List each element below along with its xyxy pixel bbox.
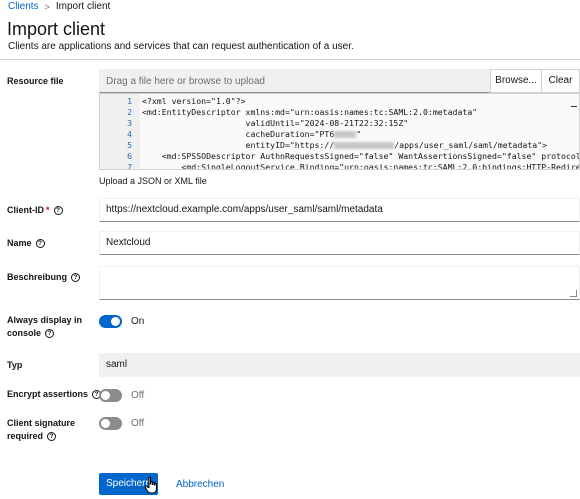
- page-subtitle: Clients are applications and services th…: [8, 41, 354, 52]
- hand-cursor-icon: [144, 476, 157, 494]
- client-id-input[interactable]: https://nextcloud.example.com/apps/user_…: [99, 198, 580, 222]
- page-header: Clients > Import client Import client Cl…: [0, 0, 580, 60]
- code-line: 2 <md:EntityDescriptor xmlns:md="urn:oasi…: [127, 107, 478, 117]
- file-helper-text: Upload a JSON or XML file: [99, 176, 207, 186]
- always-display-toggle[interactable]: [99, 315, 122, 328]
- encrypt-assertions-toggle[interactable]: [99, 389, 122, 402]
- client-signature-label: Client signature required?: [7, 418, 76, 442]
- breadcrumb-clients-link[interactable]: Clients: [8, 1, 39, 12]
- toggle-knob: [101, 419, 110, 428]
- client-signature-state: Off: [131, 418, 145, 429]
- clear-button[interactable]: Clear: [542, 69, 580, 93]
- always-display-label: Always display in console?: [7, 315, 83, 339]
- required-mark: *: [46, 205, 50, 215]
- cancel-button[interactable]: Abbrechen: [176, 479, 224, 490]
- page-title: Import client: [7, 19, 106, 39]
- encrypt-assertions-label: Encrypt assertions?: [7, 388, 102, 401]
- help-icon[interactable]: ?: [35, 239, 45, 249]
- editor-scroll-marker[interactable]: [571, 106, 577, 107]
- client-id-label: Client-ID *?: [7, 204, 63, 217]
- always-display-state: On: [131, 316, 145, 327]
- help-icon[interactable]: ?: [71, 273, 81, 283]
- breadcrumb: Clients > Import client: [8, 1, 110, 12]
- name-input[interactable]: Nextcloud: [99, 231, 580, 255]
- file-upload-row: Drag a file here or browse to upload Bro…: [99, 69, 580, 93]
- resize-grip-icon[interactable]: [570, 290, 577, 297]
- redacted-text: [334, 131, 357, 138]
- code-line: 3 validUntil="2024-08-21T22:32:15Z": [127, 118, 409, 128]
- description-label: Beschreibung?: [7, 271, 81, 284]
- redacted-text: [334, 142, 395, 149]
- name-label: Name?: [7, 237, 45, 250]
- code-line: 7 <md:SingleLogoutService Binding="urn:o…: [127, 162, 580, 170]
- toggle-knob: [111, 317, 120, 326]
- file-drop-input[interactable]: Drag a file here or browse to upload: [99, 69, 490, 93]
- code-editor[interactable]: 1 <?xml version="1.0"?> 2 <md:EntityDescri…: [99, 93, 580, 170]
- client-signature-toggle[interactable]: [99, 417, 122, 430]
- header-divider: [0, 59, 580, 60]
- breadcrumb-separator: >: [44, 1, 50, 12]
- breadcrumb-current: Import client: [55, 1, 111, 12]
- code-line: 1 <?xml version="1.0"?>: [127, 96, 246, 106]
- description-textarea[interactable]: [99, 266, 580, 300]
- help-icon[interactable]: ?: [53, 206, 63, 216]
- browse-button[interactable]: Browse...: [490, 69, 542, 93]
- resource-file-label: Resource file: [7, 76, 64, 86]
- code-line: 6 <md:SPSSODescriptor AuthnRequestsSigne…: [127, 151, 580, 161]
- code-line: 4 cacheDuration="PT6 ": [127, 129, 362, 139]
- encrypt-assertions-state: Off: [131, 390, 145, 401]
- toggle-knob: [101, 391, 110, 400]
- type-label: Typ: [7, 360, 23, 370]
- help-icon[interactable]: ?: [45, 329, 55, 339]
- type-readonly-input: saml: [99, 353, 580, 377]
- code-line: 5 entityID="https:///apps/user_saml/saml…: [127, 140, 548, 150]
- help-icon[interactable]: ?: [47, 432, 57, 442]
